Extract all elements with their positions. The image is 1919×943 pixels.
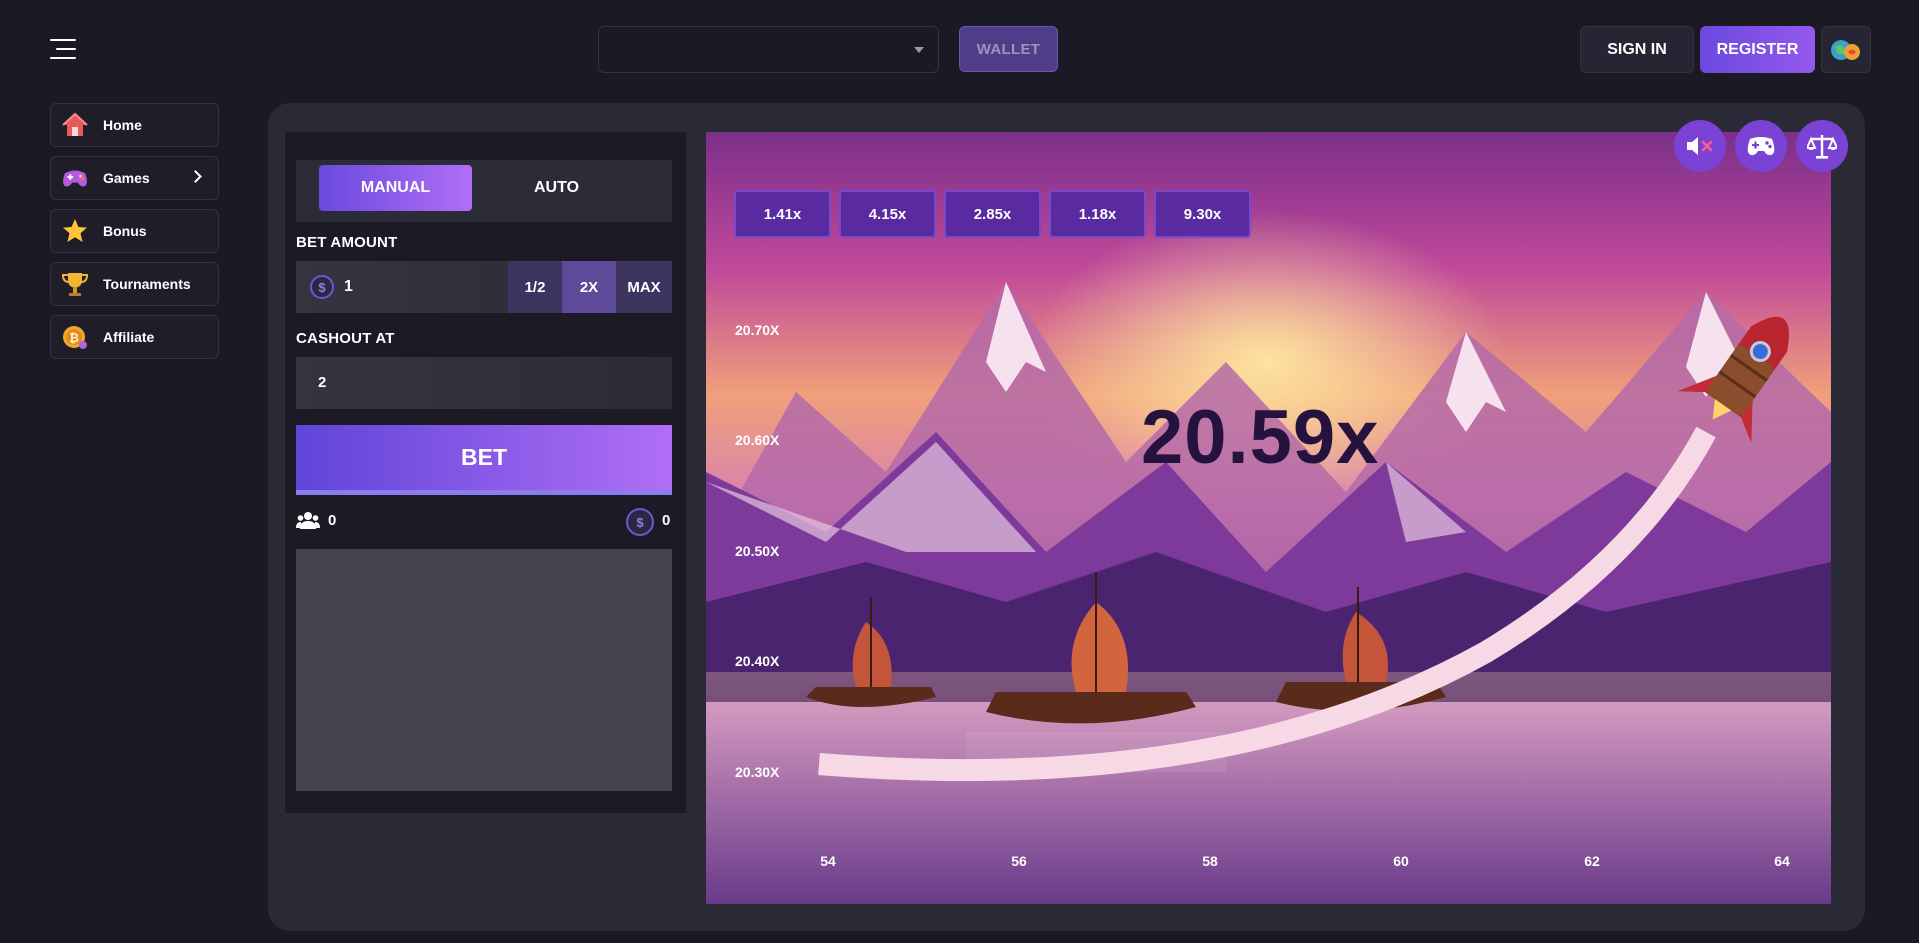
menu-line (56, 48, 76, 50)
current-multiplier: 20.59x (1141, 395, 1380, 480)
sign-in-button[interactable]: SIGN IN (1580, 26, 1694, 73)
game-canvas: 1.41x 4.15x 2.85x 1.18x 9.30x 20.70X 20.… (706, 132, 1831, 904)
bet-amount-value: 1 (344, 278, 353, 295)
y-axis-label: 20.40X (735, 653, 780, 669)
y-axis-label: 20.50X (735, 543, 780, 559)
sidebar-item-affiliate[interactable]: ₿ Affiliate (50, 315, 219, 359)
double-bet-button[interactable]: 2X (562, 261, 616, 313)
register-button[interactable]: REGISTER (1700, 26, 1815, 73)
language-globe-icon (1831, 39, 1860, 60)
language-button[interactable] (1821, 26, 1871, 73)
history-chip: 9.30x (1154, 190, 1251, 238)
y-axis-label: 20.30X (735, 764, 780, 780)
history-chip: 1.41x (734, 190, 831, 238)
svg-text:₿: ₿ (69, 331, 79, 345)
tab-manual[interactable]: MANUAL (319, 165, 472, 211)
chevron-right-icon (189, 170, 202, 183)
provably-fair-button[interactable] (1796, 120, 1848, 172)
history-chip: 2.85x (944, 190, 1041, 238)
menu-line (50, 57, 76, 59)
speaker-muted-icon (1687, 137, 1713, 155)
menu-toggle-button[interactable] (50, 39, 76, 59)
dollar-coin-icon: $ (310, 275, 334, 299)
star-icon (61, 217, 89, 245)
currency-select[interactable] (598, 26, 939, 73)
history-chip: 4.15x (839, 190, 936, 238)
sidebar-item-label: Home (103, 117, 142, 133)
x-axis-label: 58 (1202, 853, 1218, 869)
sidebar: Home Games Bonus Tournaments ₿ Affiliate (50, 103, 219, 368)
chevron-down-icon (914, 47, 924, 53)
wallet-button[interactable]: WALLET (959, 26, 1058, 72)
sidebar-item-bonus[interactable]: Bonus (50, 209, 219, 253)
bets-list (296, 549, 672, 791)
bet-amount-label: BET AMOUNT (296, 234, 398, 251)
dollar-coin-icon: $ (626, 508, 654, 536)
game-settings-button[interactable] (1735, 120, 1787, 172)
tab-auto[interactable]: AUTO (480, 165, 633, 211)
gamepad-icon (1747, 137, 1775, 156)
sidebar-item-tournaments[interactable]: Tournaments (50, 262, 219, 306)
cashout-field[interactable]: 2 (296, 357, 672, 409)
x-axis-label: 60 (1393, 853, 1409, 869)
players-count: 0 (328, 512, 337, 529)
sidebar-item-label: Tournaments (103, 276, 191, 292)
bet-amount-field[interactable]: $ 1 1/2 2X MAX (296, 261, 672, 313)
x-axis-label: 54 (820, 853, 836, 869)
sidebar-item-label: Affiliate (103, 329, 155, 345)
multiplier-history: 1.41x 4.15x 2.85x 1.18x 9.30x (734, 190, 1259, 238)
y-axis-label: 20.60X (735, 432, 780, 448)
max-bet-button[interactable]: MAX (616, 261, 672, 313)
round-stats: 0 $ 0 (296, 508, 672, 536)
x-axis-label: 64 (1774, 853, 1790, 869)
game-scene-illustration (706, 212, 1831, 904)
sidebar-item-home[interactable]: Home (50, 103, 219, 147)
coin-icon: ₿ (61, 323, 89, 351)
house-icon (61, 111, 89, 139)
sidebar-item-label: Bonus (103, 223, 147, 239)
history-chip: 1.18x (1049, 190, 1146, 238)
x-axis-label: 62 (1584, 853, 1600, 869)
cashout-label: CASHOUT AT (296, 330, 395, 347)
trophy-icon (61, 270, 89, 298)
half-bet-button[interactable]: 1/2 (508, 261, 562, 313)
x-axis-label: 56 (1011, 853, 1027, 869)
sidebar-item-games[interactable]: Games (50, 156, 219, 200)
menu-line (50, 39, 76, 41)
mute-sound-button[interactable] (1674, 120, 1726, 172)
y-axis-label: 20.70X (735, 322, 780, 338)
bet-button[interactable]: BET (296, 425, 672, 495)
balance-scale-icon (1807, 135, 1837, 159)
gamepad-icon (61, 164, 89, 192)
cashout-value: 2 (318, 374, 327, 391)
pot-total: 0 (662, 512, 671, 529)
players-icon (296, 512, 320, 529)
sidebar-item-label: Games (103, 170, 150, 186)
